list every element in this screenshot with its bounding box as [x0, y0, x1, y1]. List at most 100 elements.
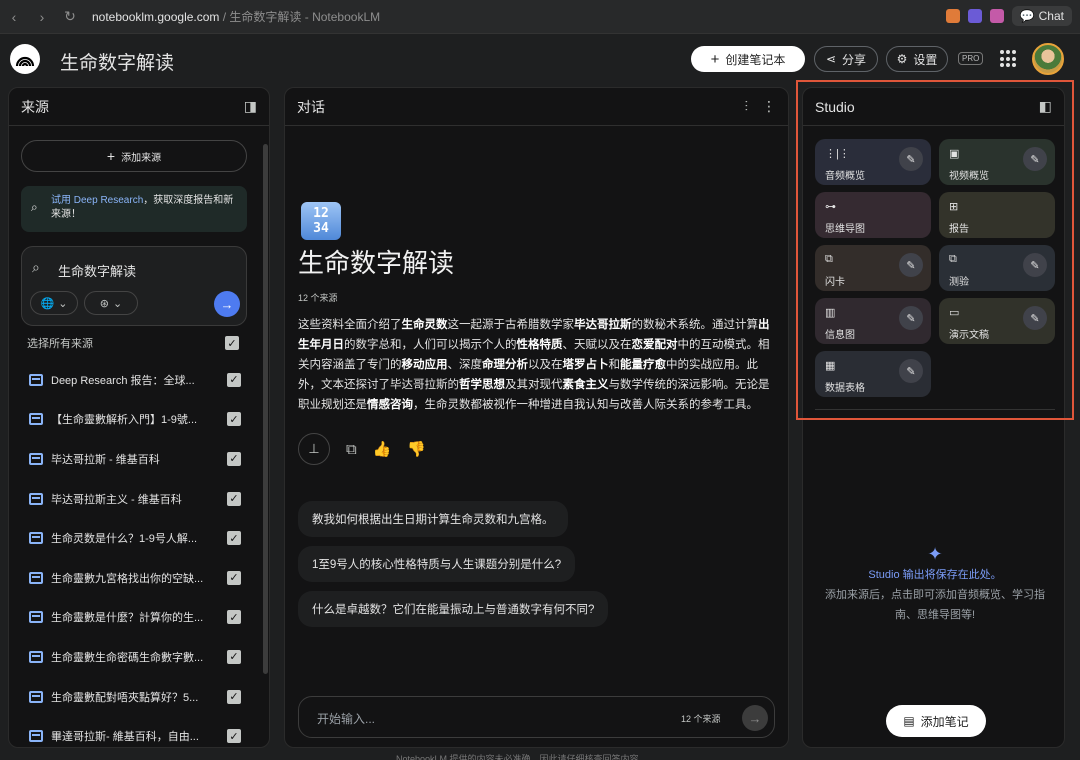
source-checkbox[interactable]: ✓ [227, 412, 241, 427]
settings-label: 设置 [913, 52, 938, 67]
source-item[interactable]: 【生命靈數解析入門】1-9號... ✓ [21, 400, 251, 440]
source-item[interactable]: 生命靈數是什麼？計算你的生... ✓ [21, 598, 251, 638]
scrollbar[interactable] [263, 144, 268, 674]
send-button[interactable]: → [742, 705, 768, 731]
plus-icon: + [106, 148, 116, 164]
summary-keyword: 生命灵数 [401, 319, 448, 331]
suggested-question[interactable]: 教我如何根据出生日期计算生命灵数和九宫格。 [298, 501, 568, 537]
source-checkbox[interactable]: ✓ [227, 372, 241, 387]
settings-button[interactable]: ⚙ 设置 [886, 46, 948, 72]
source-checkbox[interactable]: ✓ [227, 649, 241, 664]
address-bar[interactable]: notebooklm.google.com / 生命数字解读 - Noteboo… [92, 8, 380, 25]
extension-icon[interactable] [967, 9, 982, 23]
browser-toolbar: ‹ › ↻ notebooklm.google.com / 生命数字解读 - N… [0, 0, 1080, 34]
studio-empty-title: Studio 输出将保存在此处。 [868, 569, 1002, 581]
create-notebook-button[interactable]: + 创建笔记本 [691, 46, 805, 72]
source-item[interactable]: 生命靈數配對唔夾點算好？5... ✓ [21, 677, 251, 717]
studio-empty-state: ✦ Studio 输出将保存在此处。 添加来源后，点击即可添加音频概览、学习指南… [815, 543, 1055, 625]
more-vert-icon[interactable]: ⋮ [762, 98, 776, 115]
search-icon: ⌕ [32, 259, 40, 275]
add-note-button[interactable]: ▤ 添加笔记 [886, 705, 986, 737]
gear-icon: ⚙ [896, 52, 908, 66]
summary-text: ，生命灵数都被视作一种增进自我认知与改善人际关系的参考工具。 [413, 399, 758, 411]
source-checkbox[interactable]: ✓ [227, 570, 241, 585]
collapse-panel-icon[interactable]: ◨ [244, 98, 257, 115]
source-checkbox[interactable]: ✓ [227, 729, 241, 744]
chevron-down-icon: ⌄ [58, 297, 68, 310]
summary-keyword: 命理分析 [482, 359, 528, 371]
summary-keyword: 恋爱配对 [631, 339, 678, 351]
logo-icon [15, 56, 35, 67]
source-item-label: 生命靈數生命密碼生命數字數... [51, 651, 204, 664]
notebook-heading: 生命数字解读 [298, 248, 455, 278]
url-path: / 生命数字解读 - NotebookLM [219, 10, 381, 24]
emoji-text: 12 34 [313, 206, 329, 236]
suggested-question[interactable]: 1至9号人的核心性格特质与人生课题分别是什么? [298, 546, 576, 582]
source-checkbox[interactable]: ✓ [227, 491, 241, 506]
document-icon [29, 452, 43, 465]
chevron-down-icon: ⌄ [113, 297, 123, 310]
plus-icon: + [710, 50, 720, 68]
source-item[interactable]: 生命靈數九宮格找出你的空缺... ✓ [21, 558, 251, 598]
suggested-question[interactable]: 什么是卓越数？它们在能量振动上与普通数字有何不同? [298, 591, 609, 627]
source-item[interactable]: 生命灵数是什么？1-9号人解... ✓ [21, 518, 251, 558]
reload-icon[interactable]: ↻ [56, 8, 84, 25]
web-source-dropdown[interactable]: 🌐 ⌄ [30, 291, 78, 315]
thumbs-up-icon[interactable]: 👍 [373, 440, 392, 458]
thumbs-down-icon[interactable]: 👎 [407, 440, 426, 458]
research-mode-dropdown[interactable]: ⊛ ⌄ [84, 291, 138, 315]
source-checkbox[interactable]: ✓ [227, 689, 241, 704]
studio-empty-description: 添加来源后，点击即可添加音频概览、学习指南、思维导图等! [825, 589, 1045, 621]
summary-keyword: 性格特质 [516, 339, 563, 351]
source-item[interactable]: 毕达哥拉斯主义 - 维基百科 ✓ [21, 479, 251, 519]
chat-button[interactable]: 💬 Chat [1011, 6, 1072, 26]
copy-icon[interactable]: ⧉ [346, 441, 357, 458]
tune-icon[interactable]: ⫶ [745, 98, 749, 115]
chat-panel: 对话 ⫶ ⋮ 12 34 生命数字解读 12 个来源 这些资料全面介绍了生命灵数这一… [284, 87, 789, 748]
notebook-title[interactable]: 生命数字解读 [60, 48, 174, 75]
avatar[interactable] [1032, 43, 1064, 75]
source-checkbox[interactable]: ✓ [227, 451, 241, 466]
summary-text: 这些资料全面介绍了 [298, 319, 402, 331]
extension-icon[interactable] [989, 9, 1004, 23]
summary-text: 的数秘术系统。通过计算 [631, 319, 759, 331]
deep-research-banner[interactable]: ⌕ 试用 Deep Research，获取深度报告和新来源！ [21, 186, 247, 232]
notebook-emoji: 12 34 [301, 202, 341, 240]
notebooklm-logo[interactable] [10, 44, 40, 74]
chat-input[interactable]: 开始输入... 12 个来源 → [298, 696, 775, 738]
share-button[interactable]: ⋖ 分享 [814, 46, 878, 72]
chat-title: 对话 [297, 98, 325, 115]
document-icon [29, 413, 43, 426]
chat-source-count: 12 个来源 [681, 714, 721, 724]
add-source-button[interactable]: + 添加来源 [21, 140, 247, 172]
source-item[interactable]: 生命靈數生命密碼生命數字數... ✓ [21, 637, 251, 677]
submit-search-button[interactable]: → [214, 291, 240, 317]
share-icon: ⋖ [825, 52, 837, 66]
chat-input-placeholder: 开始输入... [317, 712, 376, 726]
document-icon [29, 492, 43, 505]
source-item-label: 生命靈數是什麼？計算你的生... [51, 612, 204, 625]
source-item-label: 【生命靈數解析入門】1-9號... [51, 414, 198, 427]
apps-grid-icon[interactable] [1000, 50, 1018, 68]
summary-text: 的数字总和，人们可以揭示个人的 [344, 339, 517, 351]
source-item-label: 毕达哥拉斯 - 维基百科 [51, 453, 160, 466]
deep-research-link[interactable]: 试用 Deep Research [51, 195, 143, 206]
select-all-checkbox[interactable]: ✓ [225, 336, 239, 350]
source-checkbox[interactable]: ✓ [227, 610, 241, 625]
document-icon [29, 373, 43, 386]
search-sparkle-icon: ⊛ [99, 297, 109, 310]
source-checkbox[interactable]: ✓ [227, 531, 241, 546]
document-icon [29, 571, 43, 584]
source-item[interactable]: Deep Research 报告：全球... ✓ [21, 360, 251, 400]
extension-icon[interactable] [945, 9, 960, 23]
source-item[interactable]: 畢達哥拉斯- 維基百科，自由... ✓ [21, 716, 251, 756]
globe-icon: 🌐 [40, 297, 55, 310]
search-input[interactable]: 生命数字解读 [58, 261, 136, 280]
source-item[interactable]: 毕达哥拉斯 - 维基百科 ✓ [21, 439, 251, 479]
summary-text: 这一起源于古希腊数学家 [447, 319, 575, 331]
forward-icon[interactable]: › [28, 9, 56, 25]
source-item-label: 生命灵数是什么？1-9号人解... [51, 533, 198, 546]
document-icon [29, 690, 43, 703]
back-icon[interactable]: ‹ [0, 9, 28, 25]
save-to-note-button[interactable]: ⊥ [298, 433, 330, 465]
